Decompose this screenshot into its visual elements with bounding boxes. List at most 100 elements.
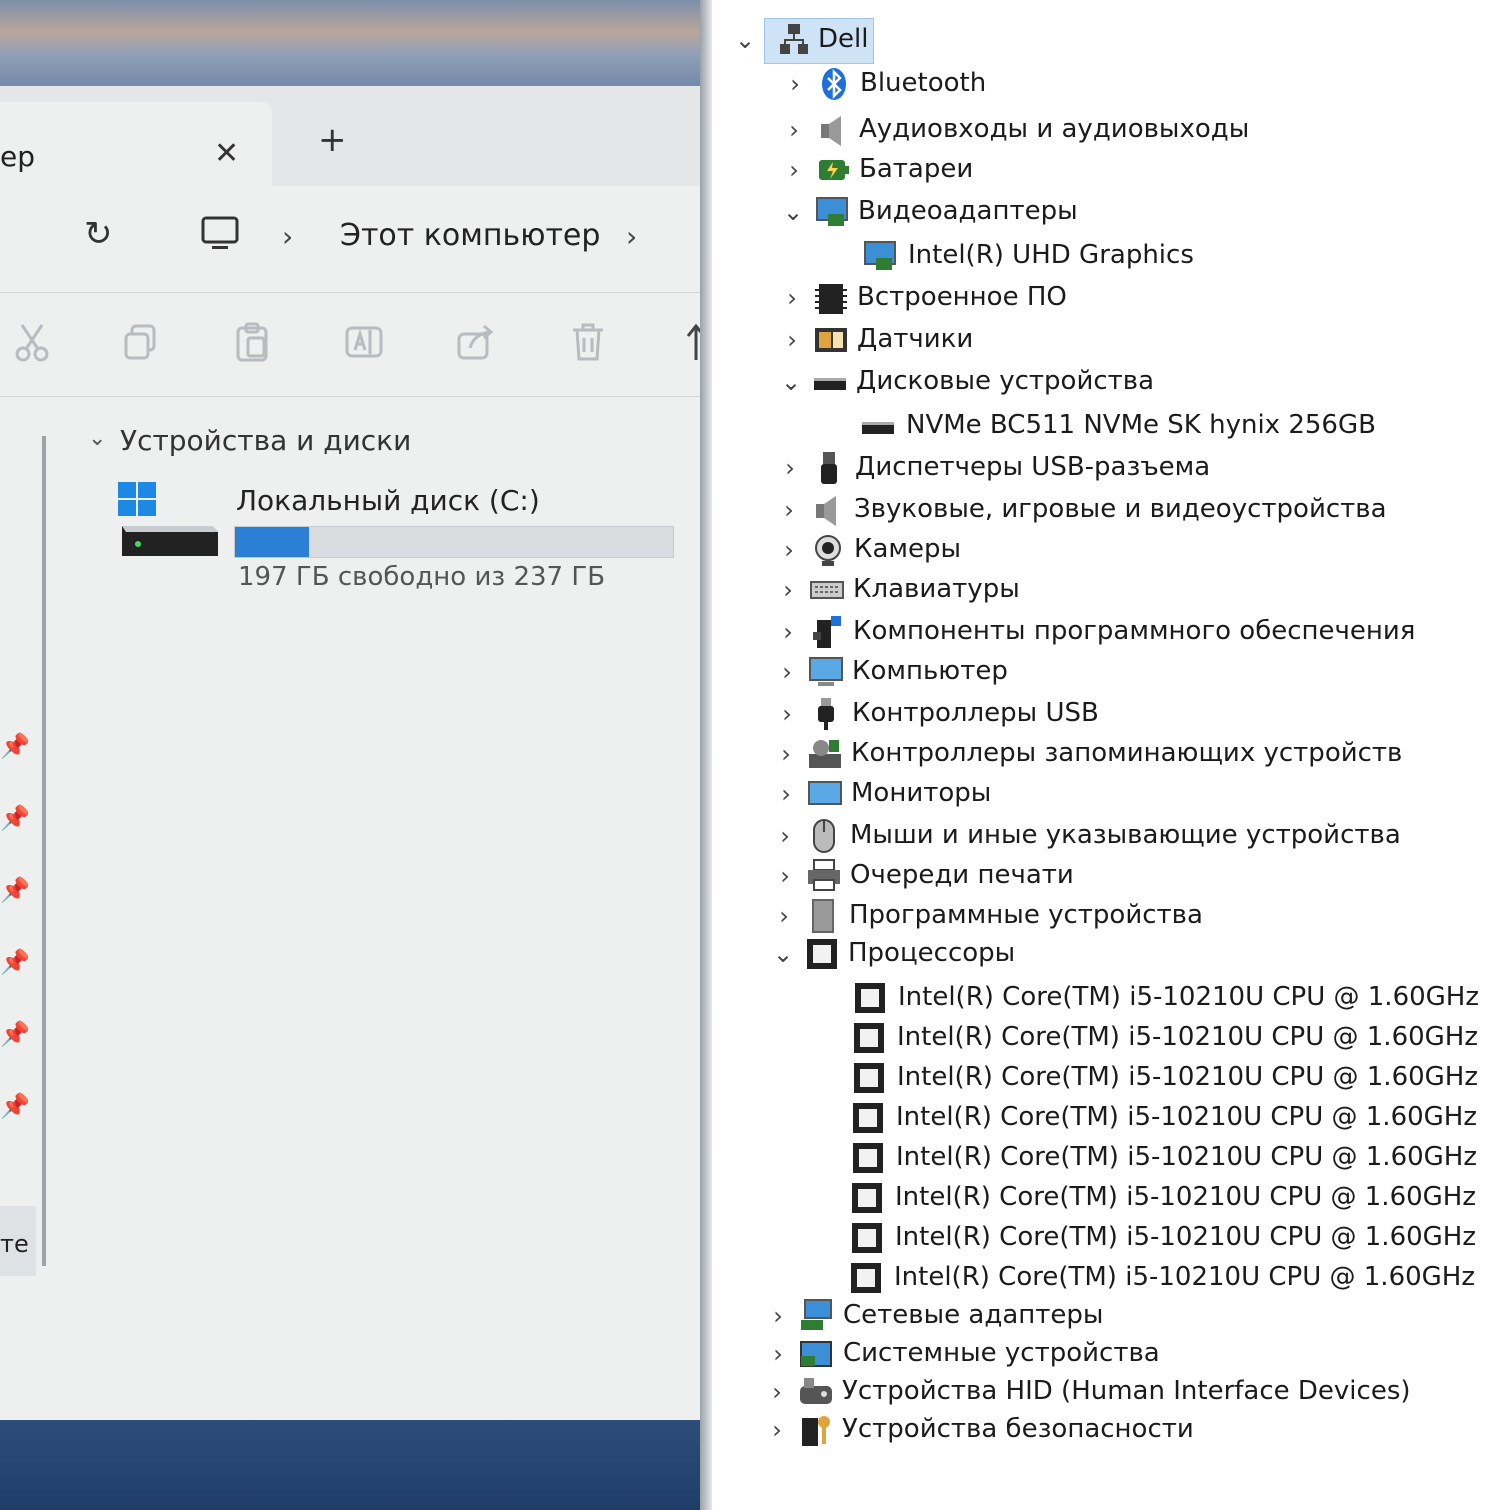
pin-icon: 📌 <box>0 948 30 976</box>
chevron-right-icon[interactable]: › <box>765 1340 791 1368</box>
tree-item-label: Диспетчеры USB-разъема <box>855 452 1211 482</box>
tree-item-label: Сетевые адаптеры <box>843 1300 1104 1330</box>
chevron-right-icon[interactable]: › <box>774 700 800 728</box>
tree-item-label: Intel(R) UHD Graphics <box>908 240 1194 270</box>
tree-item-label: Батареи <box>859 154 974 184</box>
printer-icon <box>806 858 842 894</box>
tree-item-label: Видеоадаптеры <box>858 196 1078 226</box>
device-manager-tree: ⌄ Dell › Bluetooth › Аудиовходы и аудиовыхо… <box>712 0 1504 1510</box>
group-header-devices-and-drives[interactable]: Устройства и диски <box>120 424 411 457</box>
new-tab-button[interactable]: + <box>318 120 347 160</box>
speaker-icon <box>810 492 846 528</box>
tree-item-label: Датчики <box>857 324 974 354</box>
tree-item-label: Intel(R) Core(TM) i5-10210U CPU @ 1.60GH… <box>897 1062 1479 1092</box>
drive-usage-fill <box>235 527 310 557</box>
rename-icon[interactable] <box>344 322 384 371</box>
software-component-icon <box>809 614 845 650</box>
paste-icon[interactable] <box>234 322 270 371</box>
tree-item-label: Intel(R) Core(TM) i5-10210U CPU @ 1.60GH… <box>896 1102 1478 1132</box>
tree-item-label: Контроллеры USB <box>852 698 1099 728</box>
tree-item-label: Камеры <box>854 534 962 564</box>
processor-icon <box>850 1140 886 1176</box>
chevron-right-icon[interactable]: › <box>772 822 798 850</box>
tree-item-label: Программные устройства <box>849 900 1203 930</box>
cut-icon[interactable] <box>14 322 50 371</box>
navigation-pane-divider[interactable] <box>42 436 46 1266</box>
chevron-right-icon[interactable]: › <box>773 780 799 808</box>
breadcrumb-this-pc[interactable]: Этот компьютер <box>340 218 600 253</box>
usb-icon <box>808 696 844 732</box>
tree-item-label: Системные устройства <box>843 1338 1160 1368</box>
chevron-right-icon[interactable]: › <box>776 536 802 564</box>
breadcrumb-separator: › <box>282 220 294 253</box>
processor-icon <box>850 1100 886 1136</box>
breadcrumb-expand[interactable]: › <box>626 220 637 253</box>
tree-item-label: Intel(R) Core(TM) i5-10210U CPU @ 1.60GH… <box>895 1182 1477 1212</box>
usb-connector-icon <box>811 450 847 486</box>
chevron-right-icon[interactable]: › <box>775 618 801 646</box>
tree-item-label: Устройства HID (Human Interface Devices) <box>842 1376 1411 1406</box>
chevron-right-icon[interactable]: › <box>772 862 798 890</box>
computer-icon[interactable] <box>200 214 240 258</box>
tree-item-label: Компьютер <box>852 656 1008 686</box>
chevron-right-icon[interactable]: › <box>764 1416 790 1444</box>
chevron-right-icon[interactable]: › <box>781 116 807 144</box>
chevron-down-icon[interactable]: ⌄ <box>732 26 758 54</box>
tab-this-pc[interactable]: ер ✕ <box>0 102 272 186</box>
pin-icon: 📌 <box>0 1092 30 1120</box>
close-tab-button[interactable]: ✕ <box>214 136 239 171</box>
chevron-right-icon[interactable]: › <box>764 1378 790 1406</box>
sidebar-item-this-pc[interactable]: те <box>0 1206 36 1276</box>
computer-icon <box>808 654 844 690</box>
tree-item-label: Bluetooth <box>860 68 987 98</box>
chevron-right-icon[interactable]: › <box>774 658 800 686</box>
mouse-icon <box>806 818 842 854</box>
chevron-down-icon[interactable]: ⌄ <box>778 368 804 396</box>
share-icon[interactable] <box>456 322 496 371</box>
file-explorer-window: ер ✕ + ↻ › Этот компьютер › 📌 📌 📌 📌 📌 📌 … <box>0 86 706 1420</box>
pin-icon: 📌 <box>0 804 30 832</box>
tree-item-label: Аудиовходы и аудиовыходы <box>859 114 1250 144</box>
chevron-down-icon[interactable]: ⌄ <box>780 198 806 226</box>
chevron-right-icon[interactable]: › <box>779 284 805 312</box>
window-edge <box>700 0 712 1510</box>
chevron-right-icon[interactable]: › <box>779 326 805 354</box>
camera-icon <box>810 532 846 568</box>
tree-item-label: Очереди печати <box>850 860 1074 890</box>
drive-name[interactable]: Локальный диск (C:) <box>236 484 540 517</box>
tree-item-label: Intel(R) Core(TM) i5-10210U CPU @ 1.60GH… <box>895 1222 1477 1252</box>
group-collapse-chevron[interactable]: ⌄ <box>88 426 106 451</box>
processor-icon <box>849 1220 885 1256</box>
desktop-wallpaper-bottom <box>0 1420 700 1510</box>
chevron-right-icon[interactable]: › <box>771 902 797 930</box>
copy-icon[interactable] <box>122 322 158 371</box>
processor-icon <box>851 1060 887 1096</box>
processor-icon <box>851 1020 887 1056</box>
drive-free-space: 197 ГБ свободно из 237 ГБ <box>238 562 606 592</box>
chevron-right-icon[interactable]: › <box>781 156 807 184</box>
chevron-right-icon[interactable]: › <box>782 70 808 98</box>
pin-icon: 📌 <box>0 732 30 760</box>
chevron-right-icon[interactable]: › <box>776 496 802 524</box>
refresh-icon[interactable]: ↻ <box>84 214 113 254</box>
chevron-right-icon[interactable]: › <box>765 1302 791 1330</box>
sensor-icon <box>813 322 849 358</box>
disk-icon <box>860 408 896 444</box>
sidebar-item-label: те <box>0 1230 29 1258</box>
display-adapter-icon <box>862 238 898 274</box>
chevron-right-icon[interactable]: › <box>777 454 803 482</box>
tree-item-label: Intel(R) Core(TM) i5-10210U CPU @ 1.60GH… <box>898 982 1480 1012</box>
tree-item-label: NVMe BC511 NVMe SK hynix 256GB <box>906 410 1376 440</box>
chevron-right-icon[interactable]: › <box>773 740 799 768</box>
chevron-down-icon[interactable]: ⌄ <box>770 940 796 968</box>
bluetooth-icon <box>816 66 852 102</box>
chevron-right-icon[interactable]: › <box>775 576 801 604</box>
desktop-wallpaper-top <box>0 0 712 92</box>
processor-icon <box>849 1180 885 1216</box>
computer-tree-root-icon <box>776 22 812 58</box>
tree-item-label: Процессоры <box>848 938 1016 968</box>
tree-item-label: Звуковые, игровые и видеоустройства <box>854 494 1387 524</box>
delete-icon[interactable] <box>570 322 606 371</box>
drive-icon[interactable] <box>116 480 220 566</box>
software-device-icon <box>805 898 841 934</box>
